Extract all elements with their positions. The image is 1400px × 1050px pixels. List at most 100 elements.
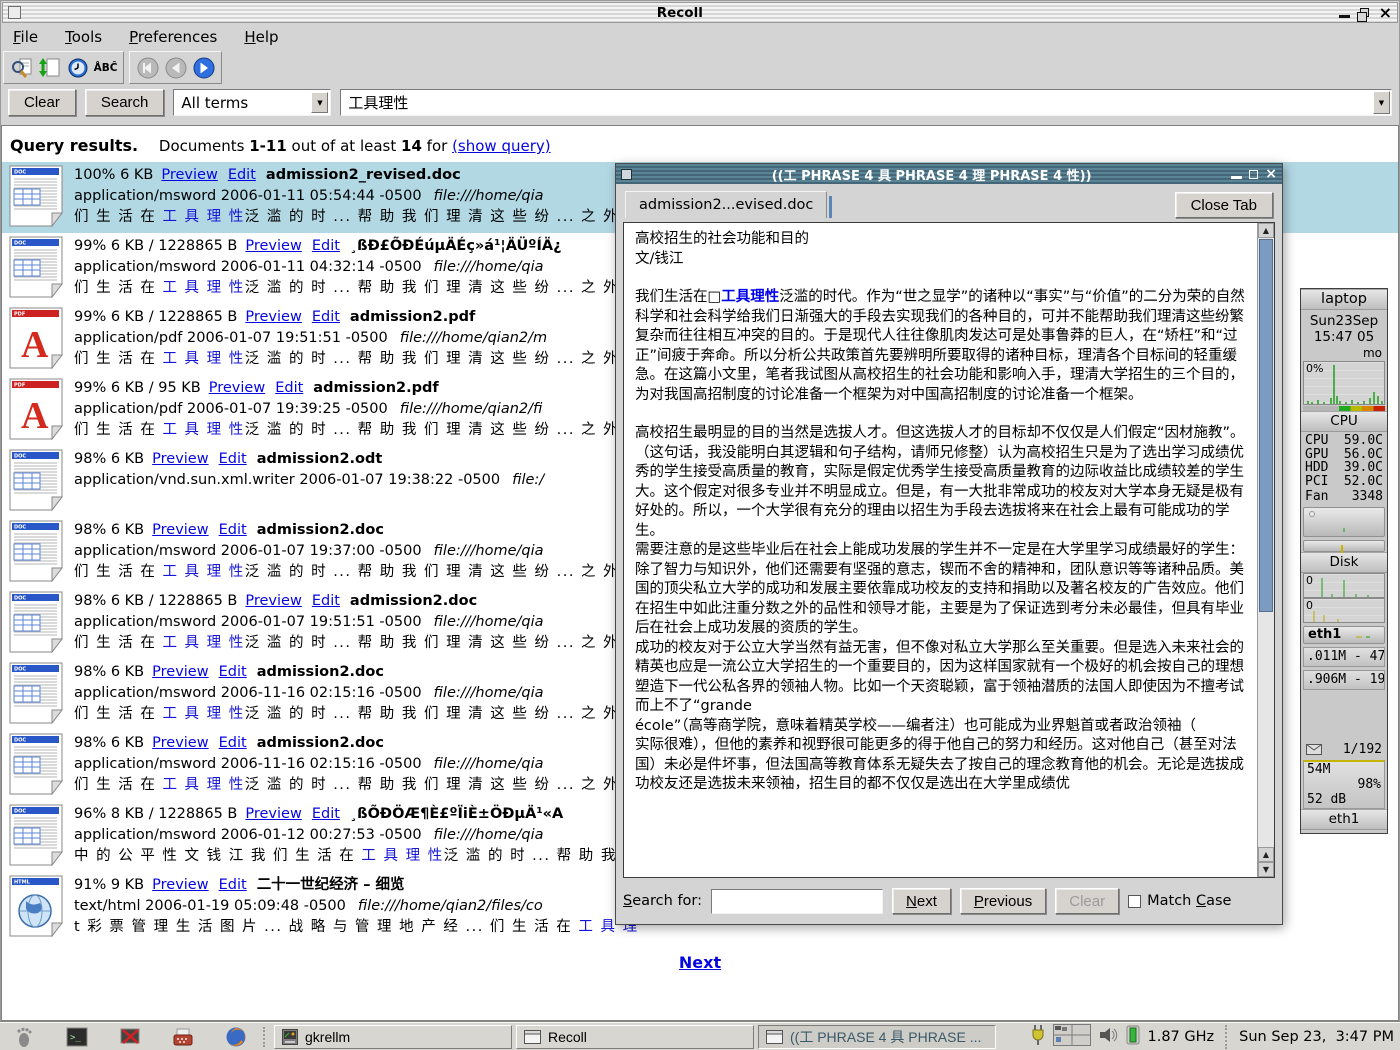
minimize-icon[interactable] xyxy=(1339,15,1350,18)
close-tab-button[interactable]: Close Tab xyxy=(1175,192,1273,218)
edit-link[interactable]: Edit xyxy=(219,664,247,680)
menu-item-help[interactable]: Help xyxy=(244,28,278,46)
menu-item-file[interactable]: File xyxy=(13,28,38,46)
preview-close-icon[interactable]: × xyxy=(1265,168,1277,180)
match-case-checkbox[interactable] xyxy=(1128,895,1141,908)
scroll-up2-icon[interactable]: ▲ xyxy=(1258,847,1274,862)
gkrellm-window[interactable]: laptop Sun23Sep 15:47 05 mo 0% CPU CPU59… xyxy=(1300,288,1388,834)
edit-link[interactable]: Edit xyxy=(312,309,340,325)
disk-chart-2: 0 xyxy=(1303,598,1385,623)
preview-text[interactable]: 高校招生的社会功能和目的文/钱江我们生活在□工具理性泛滥的时代。作为“世之显学”… xyxy=(626,225,1255,875)
preview-link[interactable]: Preview xyxy=(152,451,208,467)
scroll-down-icon[interactable]: ▼ xyxy=(1258,862,1274,877)
document-history-icon[interactable] xyxy=(65,55,90,80)
sort-parameters-icon[interactable] xyxy=(37,55,62,80)
preview-paragraph: 实际很难），但他的素养和视野很可能更多的得于他自己的努力和经历。这对他自己（甚至… xyxy=(635,736,1246,795)
menu-item-preferences[interactable]: Preferences xyxy=(129,28,217,46)
preview-link[interactable]: Preview xyxy=(152,522,208,538)
html-file-icon: HTML xyxy=(8,875,74,941)
preview-link[interactable]: Preview xyxy=(152,664,208,680)
query-history-chevron-icon[interactable]: ▼ xyxy=(1373,91,1390,114)
preview-link[interactable]: Preview xyxy=(245,238,301,254)
preview-link[interactable]: Preview xyxy=(161,167,217,183)
preview-maximize-icon[interactable] xyxy=(1249,170,1258,179)
edit-link[interactable]: Edit xyxy=(219,451,247,467)
snippet-term: 工 具 理 性 xyxy=(162,635,244,651)
result-url: file:///home/qian2/fi xyxy=(400,401,543,417)
snippet-post: 泛 滥 的 时 ... 帮 助 我 们 理 清 这 些 纷 ... 之 外 的 xyxy=(245,422,642,438)
task-button[interactable]: ((工 PHRASE 4 具 PHRASE ... xyxy=(758,1025,996,1049)
pdf-file-icon: PDFA xyxy=(8,307,74,373)
show-query-link[interactable]: (show query) xyxy=(452,137,551,155)
find-previous-button[interactable]: Previous xyxy=(960,888,1046,914)
menu-item-tools[interactable]: Tools xyxy=(65,28,102,46)
clear-button[interactable]: Clear xyxy=(8,89,76,116)
term-explorer-icon[interactable]: ÅBĈ xyxy=(93,55,118,80)
first-page-icon[interactable] xyxy=(135,55,160,80)
power-plug-icon[interactable] xyxy=(1030,1024,1046,1050)
edit-link[interactable]: Edit xyxy=(275,380,303,396)
preview-link[interactable]: Preview xyxy=(245,593,301,609)
preview-link[interactable]: Preview xyxy=(152,735,208,751)
previous-page-icon[interactable] xyxy=(163,55,188,80)
scroll-up-icon[interactable]: ▲ xyxy=(1258,223,1274,238)
gnome-menu-icon[interactable] xyxy=(12,1025,36,1049)
svg-text:DOC: DOC xyxy=(14,667,26,673)
edit-link[interactable]: Edit xyxy=(312,238,340,254)
preview-scrollbar[interactable]: ▲ ▲ ▼ xyxy=(1257,223,1274,877)
maximize-icon[interactable] xyxy=(1360,8,1369,17)
find-clear-button[interactable]: Clear xyxy=(1055,888,1119,914)
scrollbar-thumb[interactable] xyxy=(1259,239,1273,612)
result-mimetype-date: text/html 2006-01-19 05:09:48 -0500 xyxy=(74,898,346,914)
window-task-icon xyxy=(766,1030,783,1044)
close-icon[interactable]: × xyxy=(1379,6,1392,20)
preview-link[interactable]: Preview xyxy=(209,380,265,396)
task-button[interactable]: gkrellm xyxy=(274,1025,512,1049)
edit-link[interactable]: Edit xyxy=(312,806,340,822)
edit-link[interactable]: Edit xyxy=(228,167,256,183)
task-button[interactable]: Recoll xyxy=(516,1025,754,1049)
snippet-post: 泛 滥 的 时 ... 帮 助 我 们 理 清 这 些 纷 ... 之 外 的 xyxy=(245,564,642,580)
preview-link[interactable]: Preview xyxy=(152,877,208,893)
cpu-frequency: 1.87 GHz xyxy=(1148,1029,1215,1045)
find-input[interactable] xyxy=(711,889,883,914)
terminal-icon[interactable]: >_ xyxy=(65,1025,89,1049)
svg-text:DOC: DOC xyxy=(14,525,26,531)
advanced-search-icon[interactable] xyxy=(9,55,34,80)
xkill-icon[interactable] xyxy=(118,1025,142,1049)
find-next-button[interactable]: Next xyxy=(892,888,951,914)
preview-window-menu-icon[interactable] xyxy=(621,169,632,180)
window-menu-icon[interactable] xyxy=(8,6,21,19)
search-button[interactable]: Search xyxy=(85,89,165,116)
doc-file-icon: DOC xyxy=(8,804,74,870)
cpu-freq-icon[interactable] xyxy=(1125,1025,1141,1049)
preview-minimize-icon[interactable] xyxy=(1231,176,1242,179)
typewriter-icon[interactable] xyxy=(171,1025,195,1049)
firefox-icon[interactable] xyxy=(224,1025,248,1049)
edit-link[interactable]: Edit xyxy=(219,735,247,751)
svg-text:PDF: PDF xyxy=(14,312,25,318)
edit-link[interactable]: Edit xyxy=(312,593,340,609)
next-page-icon[interactable] xyxy=(191,55,216,80)
svg-text:PDF: PDF xyxy=(14,383,25,389)
preview-find-bar: Search for: Next Previous Clear Match Ca… xyxy=(623,886,1275,916)
edit-link[interactable]: Edit xyxy=(219,877,247,893)
preview-titlebar[interactable]: ((工 PHRASE 4 具 PHRASE 4 理 PHRASE 4 性)) × xyxy=(616,164,1282,184)
taskbar-clock[interactable]: Sun Sep 23, 3:47 PM xyxy=(1225,1025,1394,1049)
task-label: ((工 PHRASE 4 具 PHRASE ... xyxy=(790,1027,981,1047)
preview-tab[interactable]: admission2...evised.doc xyxy=(625,191,827,218)
workspace-switcher[interactable] xyxy=(1053,1024,1091,1050)
snippet-post: 泛 滥 的 时 ... 帮 助 我 们 理 清 这 些 纷 ... 之 外 的 xyxy=(245,777,642,793)
toolbar-group-tools: ÅBĈ xyxy=(3,51,124,84)
next-page-link[interactable]: Next xyxy=(679,953,721,972)
snippet-pre: 们 生 活 在 xyxy=(74,422,162,438)
edit-link[interactable]: Edit xyxy=(219,522,247,538)
volume-icon[interactable] xyxy=(1098,1026,1118,1048)
preview-link[interactable]: Preview xyxy=(245,309,301,325)
query-input[interactable] xyxy=(340,89,1392,116)
chevron-down-icon[interactable]: ▼ xyxy=(311,92,328,113)
mail-monitor: 1/192 xyxy=(1301,740,1387,758)
snippet-term: 工 具 理 性 xyxy=(162,209,244,225)
preview-link[interactable]: Preview xyxy=(245,806,301,822)
search-mode-select[interactable]: All terms ▼ xyxy=(173,89,331,116)
